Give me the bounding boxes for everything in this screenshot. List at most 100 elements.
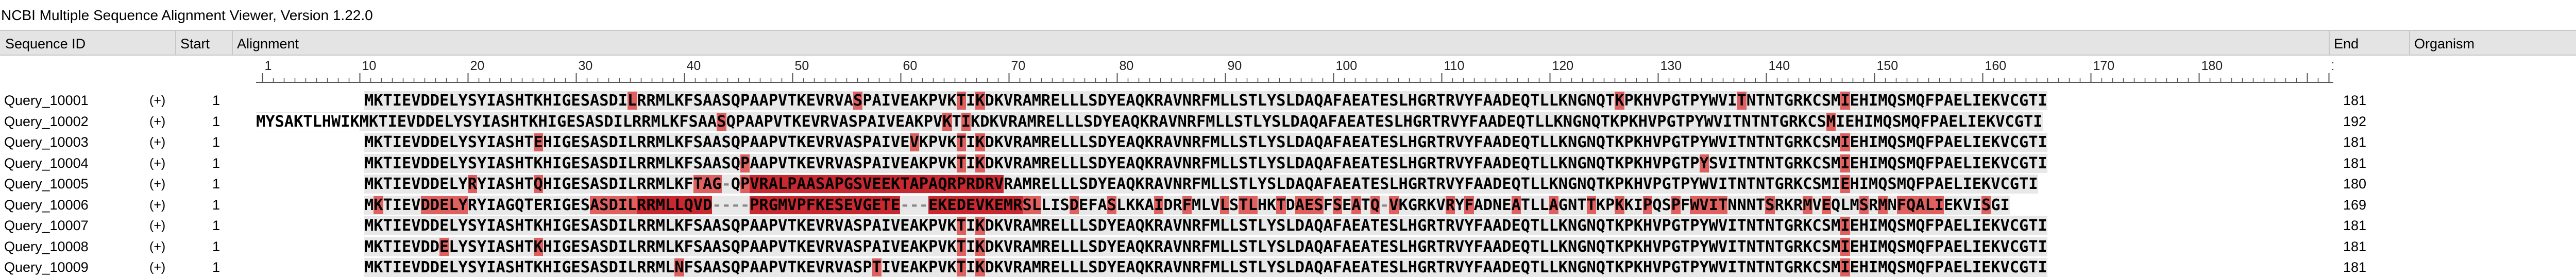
residue: V	[1652, 154, 1662, 172]
residue: L	[1544, 112, 1554, 131]
residue: L	[1060, 154, 1070, 172]
residue: F	[1196, 112, 1206, 131]
sequence-id[interactable]: Query_10002	[4, 111, 89, 132]
alignment-ruler[interactable]: 1 10 20 30 40 50 60 70 80 90 100 110 120 130 140 150 160…	[256, 57, 2333, 88]
column-divider[interactable]	[232, 30, 233, 56]
residue: E	[1840, 175, 1850, 193]
residue: R	[1013, 258, 1023, 276]
residue: L	[1074, 112, 1083, 131]
aligned-sequence[interactable]: MKTIEVDDELYSYIASHTEHIGESASDILRRMLKFSAASQ…	[364, 133, 2047, 152]
aligned-sequence[interactable]: MYSAKTLHWIKMKTIEVDDELYSYIASHTKHIGESASDIL…	[256, 112, 2043, 131]
residue: L	[1962, 217, 1972, 235]
residue: C	[2009, 258, 2019, 276]
start-value: 1	[212, 176, 221, 192]
table-row[interactable]: Query_10006 (+) 1 MKTIEVDDELYRYIAGQTERIGESA…	[0, 195, 2576, 216]
residue: L	[1285, 133, 1295, 151]
sequence-id[interactable]: Query_10006	[4, 195, 89, 216]
end-value: 181	[2343, 155, 2367, 171]
residue: K	[975, 154, 985, 172]
residue: E	[1976, 112, 1986, 131]
expand-toggle[interactable]: (+)	[149, 90, 165, 111]
table-row[interactable]: Query_10002 (+) 1 MYSAKTLHWIKMKTIEVDDELYSYI…	[0, 111, 2576, 132]
residue: T	[1774, 237, 1784, 256]
residue: S	[853, 133, 863, 151]
residue: L	[1219, 92, 1229, 110]
sequence-id[interactable]: Query_10007	[4, 215, 89, 236]
aligned-sequence[interactable]: MKTIEVDDELYSYIASHTKHIGESASDILRRMLKFSAASQ…	[364, 91, 2047, 110]
residue: P	[1624, 237, 1634, 256]
residue: D	[420, 258, 430, 276]
residue: T	[1605, 217, 1615, 235]
residue: N	[1765, 92, 1775, 110]
residue: A	[750, 258, 759, 276]
residue: Q	[731, 258, 740, 276]
residue: D	[1163, 196, 1173, 214]
residue: G	[1662, 175, 1671, 193]
residue: V	[773, 112, 783, 131]
sequence-id[interactable]: Query_10005	[4, 173, 89, 195]
residue: L	[665, 133, 675, 151]
residue: F	[1464, 175, 1474, 193]
residue: S	[1088, 258, 1098, 276]
expand-toggle[interactable]: (+)	[149, 195, 165, 216]
residue: I	[1972, 258, 1981, 276]
aligned-sequence[interactable]: MKTIEVDDELYRYIASHTQHIGESASDILRRMLKFTAG-Q…	[364, 175, 2038, 194]
expand-toggle[interactable]: (+)	[149, 132, 165, 153]
aligned-sequence[interactable]: MKTIEVDDELYSYIASHTKHIGESASDILRRMLKFSAASQ…	[364, 237, 2047, 256]
expand-toggle[interactable]: (+)	[149, 215, 165, 236]
residue: V	[1173, 258, 1182, 276]
residue: R	[1445, 154, 1455, 172]
residue: Q	[1511, 175, 1521, 193]
table-row[interactable]: Query_10009 (+) 1 MKTIEVDDELYSYIASHTKHIGESA…	[0, 257, 2576, 278]
residue: I	[1972, 133, 1981, 151]
expand-toggle[interactable]: (+)	[149, 173, 165, 195]
column-header-start[interactable]: Start	[175, 30, 232, 56]
residue: N	[1746, 196, 1756, 214]
column-divider[interactable]	[2329, 30, 2330, 56]
sequence-id[interactable]: Query_10004	[4, 153, 89, 174]
table-row[interactable]: Query_10001 (+) 1 MKTIEVDDELYSYIASHTKHIGESA…	[0, 90, 2576, 111]
expand-toggle[interactable]: (+)	[149, 257, 165, 278]
residue: E	[1050, 154, 1060, 172]
residue: L	[1398, 237, 1408, 256]
residue: I	[1723, 112, 1733, 131]
sequence-id[interactable]: Query_10009	[4, 257, 89, 278]
residue: D	[1493, 175, 1502, 193]
residue: R	[1013, 133, 1023, 151]
table-row[interactable]: Query_10003 (+) 1 MKTIEVDDELYSYIASHTEHIGESA…	[0, 132, 2576, 153]
aligned-sequence[interactable]: MKTIEVDDELYSYIASHTKHIGESASDILRRMLKFSAASQ…	[364, 153, 2047, 173]
sequence-id[interactable]: Query_10003	[4, 132, 89, 153]
residue: L	[1925, 196, 1935, 214]
sequence-id[interactable]: Query_10008	[4, 236, 89, 257]
ruler-tick-label: 180	[2201, 59, 2223, 73]
residue: L	[444, 112, 454, 131]
residue: G	[1577, 133, 1587, 151]
table-row[interactable]: Query_10007 (+) 1 MKTIEVDDELYSYIASHTKHIGESA…	[0, 215, 2576, 236]
column-divider[interactable]	[2409, 30, 2410, 56]
sequence-id[interactable]: Query_10001	[4, 90, 89, 111]
expand-toggle[interactable]: (+)	[149, 153, 165, 174]
residue: S	[1239, 237, 1248, 256]
aligned-sequence[interactable]: MKTIEVDDELYSYIASHTKHIGESASDILRRMLNFSAASQ…	[364, 258, 2047, 277]
residue: V	[938, 237, 947, 256]
column-header-alignment[interactable]: Alignment	[232, 30, 2329, 56]
table-row[interactable]: Query_10005 (+) 1 MKTIEVDDELYRYIASHTQHIGESA…	[0, 173, 2576, 195]
column-header-end[interactable]: End	[2329, 30, 2409, 56]
aligned-sequence[interactable]: MKTIEVDDELYSYIASHTKHIGESASDILRRMLKFSAASQ…	[364, 216, 2047, 235]
residue: L	[1840, 196, 1850, 214]
aligned-sequence[interactable]: MKTIEVDDELYRYIAGQTERIGESASDILRRMLLQVD---…	[364, 195, 2010, 215]
residue: A	[1314, 175, 1324, 193]
residue: E	[402, 175, 412, 193]
residue: R	[825, 133, 835, 151]
residue: M	[655, 154, 665, 172]
residue: E	[881, 175, 891, 193]
residue: L	[1229, 237, 1239, 256]
expand-toggle[interactable]: (+)	[149, 236, 165, 257]
column-header-sequence-id[interactable]: Sequence ID	[0, 30, 175, 56]
residue: S	[580, 217, 590, 235]
column-divider[interactable]	[175, 30, 176, 56]
expand-toggle[interactable]: (+)	[149, 111, 165, 132]
table-row[interactable]: Query_10008 (+) 1 MKTIEVDDELYSYIASHTKHIGESA…	[0, 236, 2576, 257]
table-row[interactable]: Query_10004 (+) 1 MKTIEVDDELYSYIASHTKHIGESA…	[0, 153, 2576, 174]
column-header-organism[interactable]: Organism	[2409, 30, 2576, 56]
